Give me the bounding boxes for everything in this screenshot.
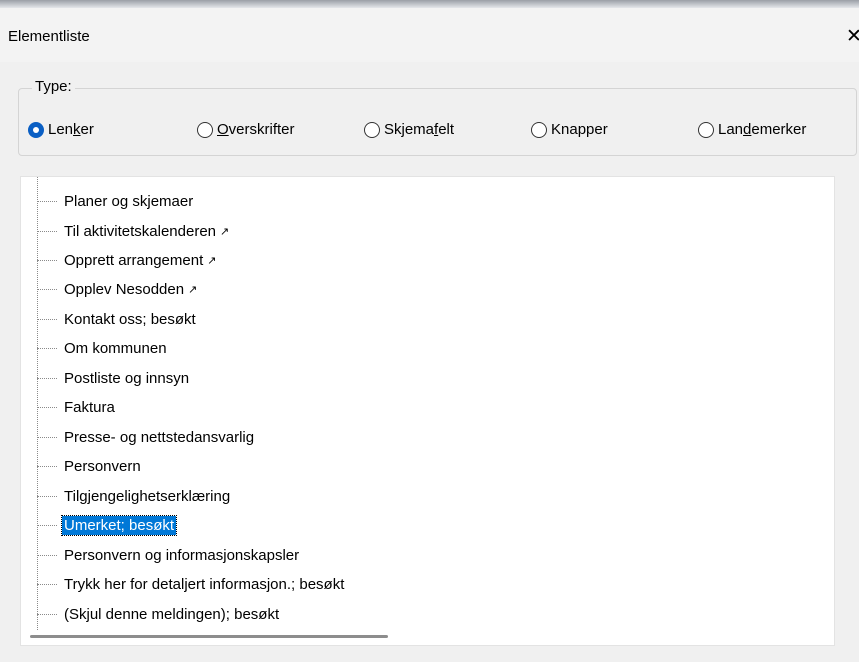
- list-item-label: Opplev Nesodden: [64, 280, 185, 298]
- list-item-label: Postliste og innsyn: [64, 369, 190, 387]
- radio-unchecked-icon: [364, 121, 380, 138]
- radio-label: Knapper: [551, 121, 608, 138]
- radio-label: Overskrifter: [217, 121, 295, 138]
- list-item-label: Faktura: [64, 398, 115, 416]
- list-item[interactable]: Personvern: [37, 454, 143, 478]
- list-item[interactable]: Til aktivitetskalenderen ↗: [37, 219, 229, 243]
- external-link-icon: ↗: [188, 283, 198, 296]
- list-item[interactable]: Presse- og nettstedansvarlig: [37, 425, 256, 449]
- list-item-label: (Skjul denne meldingen); besøkt: [64, 605, 280, 623]
- list-item[interactable]: Tilgjengelighetserklæring: [37, 484, 232, 508]
- list-item-label: Presse- og nettstedansvarlig: [64, 428, 255, 446]
- list-item-label: Opprett arrangement: [64, 251, 204, 269]
- list-item-label: Tilgjengelighetserklæring: [64, 487, 231, 505]
- horizontal-scrollbar-thumb[interactable]: [30, 635, 388, 638]
- external-link-icon: ↗: [207, 254, 217, 267]
- list-item[interactable]: (Skjul denne meldingen); besøkt: [37, 602, 281, 626]
- list-item[interactable]: Opplev Nesodden ↗: [37, 277, 197, 301]
- list-item[interactable]: Personvern og informasjonskapsler: [37, 543, 301, 567]
- list-item-label: Personvern og informasjonskapsler: [64, 546, 300, 564]
- list-item-label: Trykk her for detaljert informasjon.; be…: [64, 575, 345, 593]
- dialog-title: Elementliste: [8, 28, 90, 45]
- type-group-legend: Type:: [32, 78, 75, 95]
- list-item-label: Kontakt oss; besøkt: [64, 310, 196, 328]
- list-item-label: Om kommunen: [64, 339, 167, 357]
- list-item[interactable]: Om kommunen: [37, 336, 169, 360]
- radio-label: Lenker: [48, 121, 94, 138]
- external-link-icon: ↗: [220, 225, 230, 238]
- list-item[interactable]: Postliste og innsyn: [37, 366, 191, 390]
- radio-skjemafelt[interactable]: Skjemafelt: [364, 121, 454, 138]
- radio-landemerker[interactable]: Landemerker: [698, 121, 806, 138]
- radio-lenker[interactable]: Lenker: [28, 121, 94, 138]
- radio-unchecked-icon: [698, 121, 714, 138]
- radio-overskrifter[interactable]: Overskrifter: [197, 121, 295, 138]
- list-item[interactable]: Trykk her for detaljert informasjon.; be…: [37, 572, 346, 596]
- radio-unchecked-icon: [531, 121, 547, 138]
- list-item-label: Til aktivitetskalenderen: [64, 222, 217, 240]
- title-bar: Elementliste ✕: [0, 8, 859, 62]
- list-item[interactable]: Planer og skjemaer: [37, 189, 195, 213]
- list-item-label: Umerket; besøkt: [60, 514, 178, 536]
- list-item-selected[interactable]: Umerket; besøkt: [37, 513, 178, 537]
- element-tree[interactable]: Planer og skjemaer Til aktivitetskalende…: [20, 176, 835, 646]
- close-icon[interactable]: ✕: [846, 25, 859, 48]
- radio-unchecked-icon: [197, 121, 213, 138]
- list-item-label: Personvern: [64, 457, 141, 475]
- radio-knapper[interactable]: Knapper: [531, 121, 608, 138]
- radio-label: Landemerker: [718, 121, 807, 138]
- top-shadow: [0, 0, 859, 8]
- list-item[interactable]: Faktura: [37, 395, 117, 419]
- element-list-dialog: Elementliste ✕ Type: Lenker Overskrifter…: [0, 8, 859, 662]
- list-item[interactable]: Kontakt oss; besøkt: [37, 307, 198, 331]
- radio-checked-icon: [28, 121, 44, 138]
- list-item-label: Planer og skjemaer: [64, 192, 194, 210]
- radio-label: Skjemafelt: [384, 121, 455, 138]
- list-item[interactable]: Opprett arrangement ↗: [37, 248, 216, 272]
